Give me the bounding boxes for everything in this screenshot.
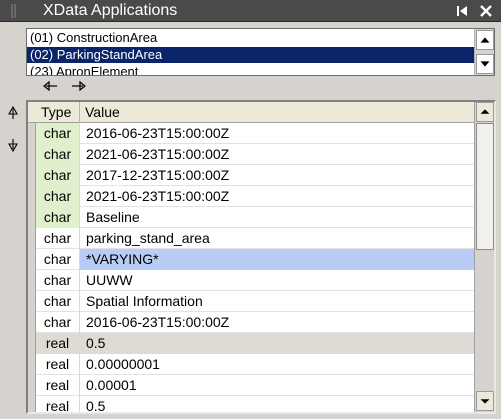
type-cell[interactable]: char <box>36 270 80 291</box>
move-down-arrow-icon[interactable] <box>6 137 20 153</box>
table-row[interactable]: char 2021-06-23T15:00:00Z <box>36 144 474 165</box>
column-header-value[interactable]: Value <box>80 102 474 123</box>
value-cell[interactable]: Baseline <box>80 207 474 228</box>
table-row[interactable]: real 0.5 <box>36 396 474 412</box>
type-cell[interactable]: char <box>36 144 80 165</box>
xdata-grid[interactable]: Type Value char 2016-06-23T15:00:00Z char 2… <box>26 100 496 414</box>
type-cell[interactable]: real <box>36 333 80 354</box>
grid-scroll-up-button[interactable] <box>476 102 494 122</box>
value-cell[interactable]: 2021-06-23T15:00:00Z <box>80 186 474 207</box>
triangle-down-icon <box>480 399 490 404</box>
table-row[interactable]: char 2021-06-23T15:00:00Z <box>36 186 474 207</box>
previous-arrow-icon[interactable] <box>41 79 61 93</box>
type-cell[interactable]: char <box>36 165 80 186</box>
table-row[interactable]: char Baseline <box>36 207 474 228</box>
scroll-up-button[interactable] <box>476 30 494 50</box>
grid-scrollbar[interactable] <box>474 102 494 412</box>
value-cell[interactable]: 0.00000001 <box>80 354 474 375</box>
table-row[interactable]: char 2017-12-23T15:00:00Z <box>36 165 474 186</box>
row-selector-column[interactable] <box>28 102 36 412</box>
grid-header: Type Value <box>28 102 474 123</box>
listbox-scrollbar[interactable] <box>474 29 494 75</box>
value-cell[interactable]: Spatial Information <box>80 291 474 312</box>
value-cell[interactable]: 2017-12-23T15:00:00Z <box>80 165 474 186</box>
table-row[interactable]: real 0.5 <box>36 333 474 354</box>
triangle-up-icon <box>480 109 490 114</box>
value-cell[interactable]: 2021-06-23T15:00:00Z <box>80 144 474 165</box>
table-row[interactable]: char Spatial Information <box>36 291 474 312</box>
type-cell[interactable]: char <box>36 123 80 144</box>
pin-icon[interactable] <box>454 2 472 20</box>
type-cell[interactable]: char <box>36 228 80 249</box>
value-cell[interactable]: UUWW <box>80 270 474 291</box>
type-cell[interactable]: char <box>36 312 80 333</box>
value-cell[interactable]: 0.5 <box>80 396 474 412</box>
type-cell[interactable]: real <box>36 396 80 412</box>
type-cell[interactable]: char <box>36 291 80 312</box>
table-row[interactable]: char 2016-06-23T15:00:00Z <box>36 312 474 333</box>
scroll-down-button[interactable] <box>476 54 494 74</box>
value-cell[interactable]: 2016-06-23T15:00:00Z <box>80 123 474 144</box>
window-title: XData Applications <box>43 2 178 19</box>
list-item[interactable]: (02) ParkingStandArea <box>27 47 474 63</box>
grid-scroll-thumb[interactable] <box>476 123 494 250</box>
type-cell[interactable]: char <box>36 186 80 207</box>
type-cell[interactable]: char <box>36 249 80 270</box>
move-up-arrow-icon[interactable] <box>6 105 20 121</box>
value-cell[interactable]: parking_stand_area <box>80 228 474 249</box>
value-cell[interactable]: 0.00001 <box>80 375 474 396</box>
type-cell[interactable]: real <box>36 375 80 396</box>
table-row[interactable]: char parking_stand_area <box>36 228 474 249</box>
table-row[interactable]: char 2016-06-23T15:00:00Z <box>36 123 474 144</box>
list-item[interactable]: (01) ConstructionArea <box>27 30 474 46</box>
triangle-down-icon <box>480 61 490 67</box>
table-row[interactable]: real 0.00001 <box>36 375 474 396</box>
applications-listbox[interactable]: (01) ConstructionArea (02) ParkingStandA… <box>26 28 495 76</box>
table-row[interactable]: char UUWW <box>36 270 474 291</box>
list-item[interactable]: (23) ApronElement <box>27 64 474 75</box>
type-cell[interactable]: real <box>36 354 80 375</box>
close-icon[interactable] <box>477 2 495 20</box>
grip-icon[interactable] <box>8 3 24 19</box>
triangle-up-icon <box>480 37 490 43</box>
type-cell[interactable]: char <box>36 207 80 228</box>
value-cell[interactable]: *VARYING* <box>80 249 474 270</box>
value-cell[interactable]: 0.5 <box>80 333 474 354</box>
title-bar[interactable]: XData Applications <box>0 0 501 22</box>
table-row[interactable]: char *VARYING* <box>36 249 474 270</box>
table-row[interactable]: real 0.00000001 <box>36 354 474 375</box>
grid-scroll-down-button[interactable] <box>476 391 494 411</box>
value-cell[interactable]: 2016-06-23T15:00:00Z <box>80 312 474 333</box>
next-arrow-icon[interactable] <box>68 79 88 93</box>
column-header-type[interactable]: Type <box>36 102 80 123</box>
